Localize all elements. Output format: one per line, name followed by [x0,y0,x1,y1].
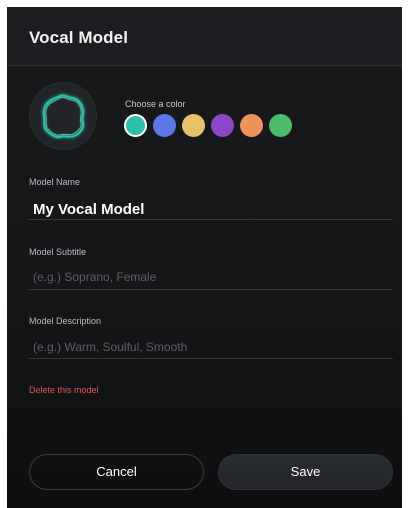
model-name-underline [29,219,393,220]
model-name-input[interactable] [33,201,388,218]
model-subtitle-label: Model Subtitle [29,247,87,257]
dialog-header: Vocal Model [7,7,402,66]
model-avatar[interactable] [29,82,97,150]
color-swatch-yellow[interactable] [182,114,205,137]
model-description-underline [29,358,393,359]
color-swatch-green[interactable] [269,114,292,137]
color-swatch-teal[interactable] [124,114,147,137]
model-description-label: Model Description [29,316,102,326]
save-button[interactable]: Save [218,454,393,490]
color-swatch-purple[interactable] [211,114,234,137]
voice-blob-icon [42,94,85,139]
model-name-label: Model Name [29,177,81,187]
choose-color-label: Choose a color [125,99,186,109]
color-swatch-orange[interactable] [240,114,263,137]
dialog-title: Vocal Model [29,28,129,47]
vocal-model-dialog: Vocal Model Choose a color Model Name Mo… [7,7,402,508]
cancel-button[interactable]: Cancel [29,454,204,490]
color-swatch-blue[interactable] [153,114,176,137]
model-subtitle-input[interactable] [33,270,388,284]
delete-model-link[interactable]: Delete this model [29,385,99,395]
model-description-input[interactable] [33,340,388,354]
model-subtitle-underline [29,289,393,290]
